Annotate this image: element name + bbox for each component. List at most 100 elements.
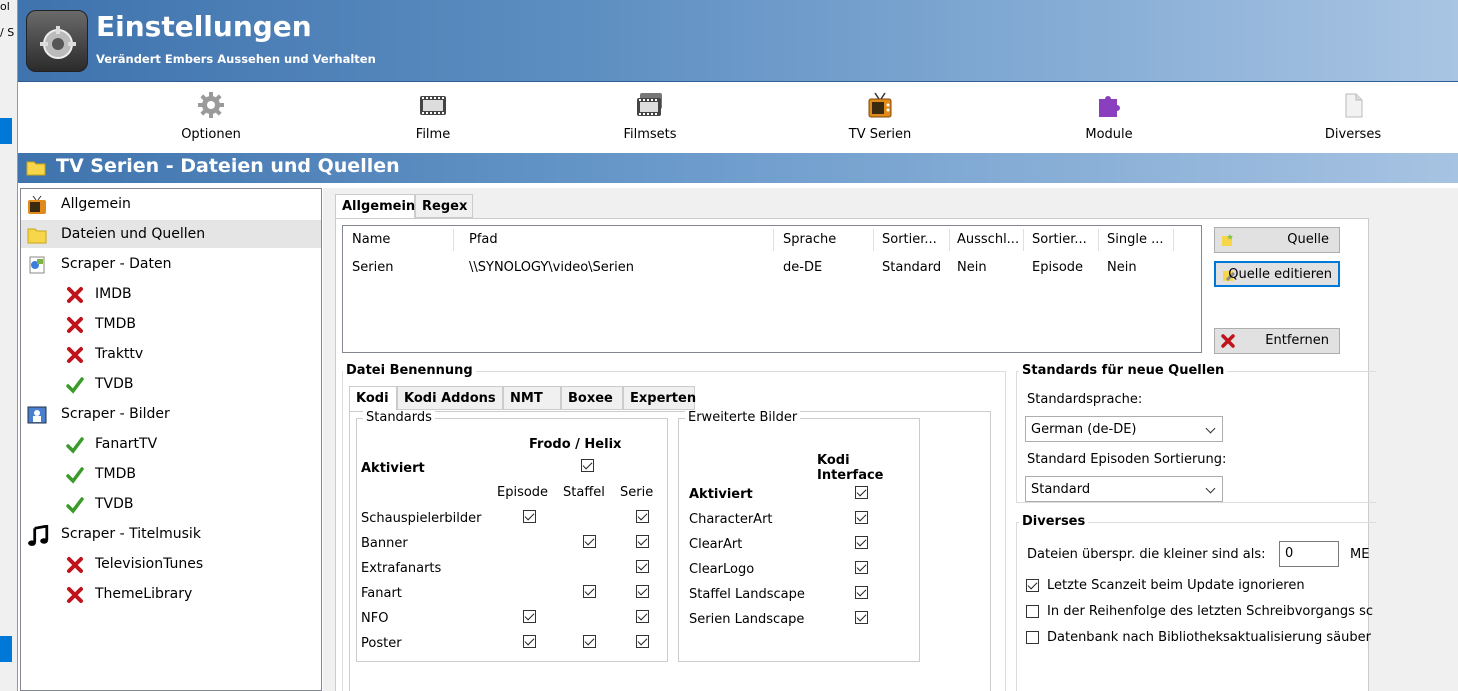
extended-checkbox[interactable]	[855, 486, 868, 499]
group-title: Standards	[363, 410, 435, 425]
tree-item[interactable]: TMDB	[21, 310, 321, 338]
standards-checkbox[interactable]	[636, 560, 649, 573]
remove-source-button[interactable]: Entfernen	[1214, 328, 1340, 354]
toolbar-filmsets[interactable]: Filmsets	[580, 83, 720, 151]
standards-checkbox[interactable]	[583, 585, 596, 598]
file-naming-group: Datei Benennung Kodi Kodi Addons NMT Box…	[342, 363, 1006, 691]
extended-row-label: ClearArt	[689, 537, 743, 552]
extended-row-label: CharacterArt	[689, 512, 773, 527]
column-header[interactable]: Name	[352, 232, 390, 247]
language-select[interactable]: German (de-DE)	[1025, 416, 1223, 442]
tree-item-label: TMDB	[95, 316, 137, 332]
tree-item[interactable]: ThemeLibrary	[21, 580, 321, 608]
scraper-data-icon	[27, 255, 47, 275]
document-icon	[1345, 93, 1363, 118]
cross-icon	[65, 555, 85, 575]
extended-row-label: Staffel Landscape	[689, 587, 805, 602]
background-text: / S	[0, 26, 15, 39]
standards-checkbox[interactable]	[523, 510, 536, 523]
gear-icon	[198, 92, 224, 118]
column-header[interactable]: Sprache	[783, 232, 836, 247]
column-header[interactable]: Single ...	[1107, 232, 1164, 247]
standards-checkbox[interactable]	[636, 535, 649, 548]
tab-kodi-addons[interactable]: Kodi Addons	[397, 386, 503, 410]
column-header[interactable]: Ausschl...	[957, 232, 1019, 247]
tree-item[interactable]: Dateien und Quellen	[21, 220, 321, 248]
column-episode: Episode	[497, 485, 549, 500]
standards-checkbox[interactable]	[636, 585, 649, 598]
tree-item[interactable]: Trakttv	[21, 340, 321, 368]
tree-item[interactable]: TVDB	[21, 370, 321, 398]
add-source-button[interactable]: Quelle	[1214, 227, 1340, 253]
standards-checkbox[interactable]	[636, 610, 649, 623]
cell-name: Serien	[352, 260, 394, 275]
extended-checkbox[interactable]	[855, 511, 868, 524]
sorting-select[interactable]: Standard	[1025, 476, 1223, 502]
toolbar-filme[interactable]: Filme	[363, 83, 503, 151]
cell-language: de-DE	[783, 260, 823, 275]
standards-checkbox[interactable]	[523, 610, 536, 623]
tree-item-label: Scraper - Bilder	[61, 406, 170, 422]
tree-item[interactable]: FanartTV	[21, 430, 321, 458]
aktiviert-checkbox[interactable]	[581, 459, 594, 472]
standards-checkbox[interactable]	[523, 635, 536, 648]
group-title: Diverses	[1019, 514, 1089, 529]
checkbox-ignore-scantime[interactable]	[1026, 579, 1039, 592]
tree-item[interactable]: TMDB	[21, 460, 321, 488]
toolbar-module[interactable]: Module	[1039, 83, 1179, 151]
checkbox-write-order[interactable]	[1026, 605, 1039, 618]
column-header[interactable]: Sortier...	[1032, 232, 1087, 247]
toolbar-tv-serien[interactable]: TV Serien	[810, 83, 950, 151]
tree-item-label: FanartTV	[95, 436, 158, 452]
column-header[interactable]: Pfad	[469, 232, 498, 247]
tree-item-label: ThemeLibrary	[95, 586, 193, 602]
toolbar-diverses[interactable]: Diverses	[1283, 83, 1423, 151]
skip-size-label: Dateien überspr. die kleiner sind als:	[1027, 547, 1266, 562]
check-icon	[65, 495, 85, 515]
section-title-bar: TV Serien - Dateien und Quellen	[18, 153, 1458, 183]
tree-item[interactable]: Scraper - Titelmusik	[21, 520, 321, 548]
tab-allgemein[interactable]: Allgemein	[335, 194, 415, 220]
skip-size-input[interactable]: 0	[1279, 541, 1339, 567]
tab-nmt[interactable]: NMT	[503, 386, 561, 410]
settings-app-icon	[26, 10, 88, 72]
tree-item[interactable]: Allgemein	[21, 190, 321, 218]
standards-checkbox[interactable]	[583, 635, 596, 648]
skip-size-unit: ME	[1350, 547, 1370, 562]
tree-item-label: Trakttv	[95, 346, 144, 362]
edit-source-button[interactable]: Quelle editieren	[1214, 261, 1340, 287]
tab-regex[interactable]: Regex	[415, 194, 473, 218]
film-icon	[420, 96, 446, 115]
extended-checkbox[interactable]	[855, 536, 868, 549]
toolbar-optionen[interactable]: Optionen	[141, 83, 281, 151]
background-window: ol / S	[0, 0, 18, 691]
tab-boxee[interactable]: Boxee	[561, 386, 623, 410]
extended-images-group: Erweiterte Bilder Kodi Interface Aktivie…	[678, 410, 920, 662]
column-header[interactable]: Sortier...	[882, 232, 937, 247]
sources-list[interactable]: Name Pfad Sprache Sortier... Ausschl... …	[342, 225, 1202, 353]
tab-experten[interactable]: Experten	[623, 386, 696, 410]
tab-kodi[interactable]: Kodi	[349, 386, 397, 412]
extended-checkbox[interactable]	[855, 586, 868, 599]
extended-row-label: Aktiviert	[689, 487, 753, 502]
tree-item[interactable]: IMDB	[21, 280, 321, 308]
toolbar-label: Module	[1085, 127, 1133, 142]
tv-icon	[27, 195, 47, 215]
standards-checkbox[interactable]	[583, 535, 596, 548]
standards-checkbox[interactable]	[636, 635, 649, 648]
column-staffel: Staffel	[563, 485, 605, 500]
tree-item[interactable]: Scraper - Bilder	[21, 400, 321, 428]
toolbar-label: Optionen	[181, 127, 241, 142]
cross-icon	[65, 315, 85, 335]
standards-row-label: Poster	[361, 636, 402, 651]
tree-item[interactable]: Scraper - Daten	[21, 250, 321, 278]
kodi-tabpage: Standards Frodo / Helix Aktiviert Episod…	[349, 410, 991, 691]
tree-item[interactable]: TVDB	[21, 490, 321, 518]
tree-item[interactable]: TelevisionTunes	[21, 550, 321, 578]
extended-checkbox[interactable]	[855, 611, 868, 624]
extended-checkbox[interactable]	[855, 561, 868, 574]
folder-icon	[27, 225, 47, 245]
window-subtitle: Verändert Embers Aussehen und Verhalten	[96, 52, 376, 66]
checkbox-clean-db[interactable]	[1026, 631, 1039, 644]
standards-checkbox[interactable]	[636, 510, 649, 523]
